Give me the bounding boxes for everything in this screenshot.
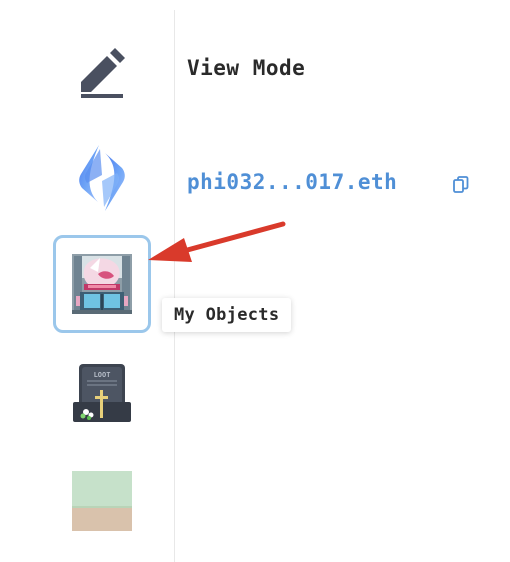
- selected-frame: [53, 235, 151, 333]
- land-tile-icon: [72, 471, 132, 531]
- annotation-arrow: [148, 221, 286, 262]
- edit-button[interactable]: [50, 36, 154, 104]
- pencil-icon: [81, 48, 125, 98]
- loot-tombstone-icon: LOOT: [73, 364, 131, 422]
- page-title: View Mode: [187, 56, 306, 80]
- sidebar-divider: [174, 10, 175, 562]
- ens-logo-icon: [79, 145, 125, 211]
- my-objects-tooltip: My Objects: [162, 298, 292, 332]
- land-button[interactable]: [50, 470, 154, 532]
- copy-icon[interactable]: [453, 176, 469, 194]
- loot-engraving: LOOT: [94, 371, 111, 379]
- loot-button[interactable]: LOOT: [50, 360, 154, 426]
- ens-name-link[interactable]: phi032...017.eth: [187, 170, 397, 194]
- shop-object-icon: [72, 254, 132, 314]
- my-objects-button[interactable]: [50, 234, 154, 334]
- ens-button[interactable]: [50, 142, 154, 214]
